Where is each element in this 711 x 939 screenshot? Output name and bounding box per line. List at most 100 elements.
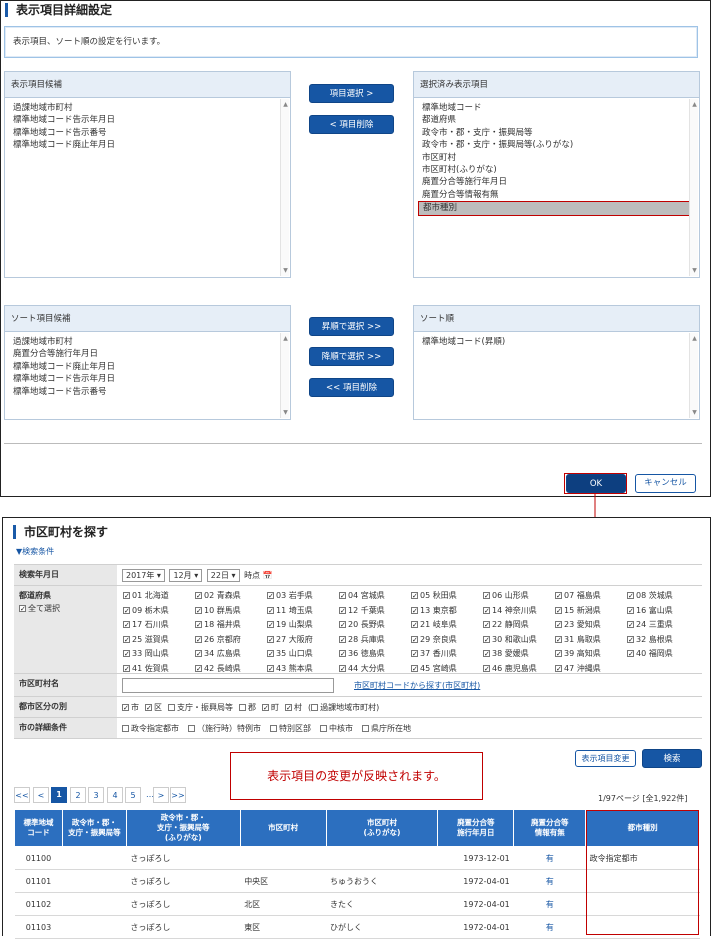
- prefecture-checkbox[interactable]: 29 奈良県: [411, 633, 483, 648]
- list-item[interactable]: 市区町村(ふりがな): [422, 164, 691, 176]
- prefecture-checkbox[interactable]: 26 京都府: [195, 633, 267, 648]
- list-item[interactable]: 標準地域コード(昇順): [422, 336, 691, 348]
- prefecture-checkbox[interactable]: 10 群馬県: [195, 604, 267, 619]
- list-item[interactable]: 都道府県: [422, 114, 691, 126]
- list-item[interactable]: 過課地域市町村: [13, 336, 282, 348]
- list-item[interactable]: 標準地域コード告示年月日: [13, 373, 282, 385]
- available-items-list[interactable]: 過課地域市町村 標準地域コード告示年月日 標準地域コード告示番号 標準地域コード廃止年…: [5, 98, 290, 156]
- prefecture-checkbox[interactable]: 36 徳島県: [339, 647, 411, 662]
- detail-checkbox[interactable]: 政令指定都市: [122, 724, 179, 733]
- sort-remove-button[interactable]: << 項目削除: [309, 378, 394, 397]
- sort-candidates-list[interactable]: 過課地域市町村 廃置分合等施行年月日 標準地域コード廃止年月日 標準地域コード告示年月…: [5, 332, 290, 402]
- detail-checkbox[interactable]: （施行時）特例市: [188, 724, 261, 733]
- list-item[interactable]: 過課地域市町村: [13, 102, 282, 114]
- scrollbar[interactable]: ▲ ▼: [689, 333, 698, 418]
- prefecture-checkbox[interactable]: 11 埼玉県: [267, 604, 339, 619]
- prefecture-checkbox[interactable]: 22 静岡県: [483, 618, 555, 633]
- list-item[interactable]: 廃置分合等施行年月日: [13, 348, 282, 360]
- remove-item-button[interactable]: < 項目削除: [309, 115, 394, 134]
- prefecture-checkbox[interactable]: 27 大阪府: [267, 633, 339, 648]
- month-select[interactable]: 12月 ▾: [169, 569, 203, 582]
- list-item[interactable]: 政令市・郡・支庁・振興局等: [422, 127, 691, 139]
- prefecture-checkbox[interactable]: 18 福井県: [195, 618, 267, 633]
- page-link[interactable]: 5: [125, 787, 141, 803]
- prefecture-checkbox[interactable]: 13 東京都: [411, 604, 483, 619]
- type-checkbox[interactable]: 郡: [239, 703, 256, 712]
- prefecture-checkbox[interactable]: 34 広島県: [195, 647, 267, 662]
- search-button[interactable]: 検索: [642, 749, 702, 768]
- prefecture-checkbox[interactable]: 37 香川県: [411, 647, 483, 662]
- prefecture-checkbox[interactable]: 19 山梨県: [267, 618, 339, 633]
- prefecture-checkbox[interactable]: 24 三重県: [627, 618, 699, 633]
- calendar-icon[interactable]: 📅: [263, 571, 273, 580]
- table-cell[interactable]: 有: [513, 869, 586, 893]
- table-cell[interactable]: 有: [513, 846, 586, 870]
- prefecture-checkbox[interactable]: 05 秋田県: [411, 589, 483, 604]
- prefecture-checkbox[interactable]: 20 長野県: [339, 618, 411, 633]
- page-link[interactable]: <<: [14, 787, 30, 803]
- page-link[interactable]: 2: [70, 787, 86, 803]
- prefecture-checkbox[interactable]: 17 石川県: [123, 618, 195, 633]
- prefecture-checkbox[interactable]: 15 新潟県: [555, 604, 627, 619]
- prefecture-checkbox[interactable]: 25 滋賀県: [123, 633, 195, 648]
- table-cell[interactable]: 有: [513, 892, 586, 916]
- prefecture-checkbox[interactable]: 39 高知県: [555, 647, 627, 662]
- page-link[interactable]: <: [33, 787, 49, 803]
- page-link[interactable]: 3: [88, 787, 104, 803]
- prefecture-checkbox[interactable]: 01 北海道: [123, 589, 195, 604]
- prefecture-checkbox[interactable]: 08 茨城県: [627, 589, 699, 604]
- prefecture-checkbox[interactable]: 07 福島県: [555, 589, 627, 604]
- type-checkbox[interactable]: 区: [145, 703, 162, 712]
- scrollbar[interactable]: ▲ ▼: [280, 99, 289, 276]
- change-display-items-button[interactable]: 表示項目変更: [575, 750, 636, 767]
- list-item[interactable]: 標準地域コード告示番号: [13, 127, 282, 139]
- page-link[interactable]: 4: [107, 787, 123, 803]
- prefecture-checkbox[interactable]: 38 愛媛県: [483, 647, 555, 662]
- list-item[interactable]: 標準地域コード告示番号: [13, 386, 282, 398]
- sort-order-list[interactable]: 標準地域コード(昇順): [414, 332, 699, 352]
- prefecture-checkbox[interactable]: 04 宮城県: [339, 589, 411, 604]
- prefecture-checkbox[interactable]: 30 和歌山県: [483, 633, 555, 648]
- list-item[interactable]: 都市種別: [418, 201, 691, 216]
- prefecture-checkbox[interactable]: 02 青森県: [195, 589, 267, 604]
- table-cell[interactable]: 有: [513, 915, 586, 939]
- page-link[interactable]: 1: [51, 787, 67, 803]
- list-item[interactable]: 標準地域コード廃止年月日: [13, 361, 282, 373]
- list-item[interactable]: 標準地域コード告示年月日: [13, 114, 282, 126]
- prefecture-checkbox[interactable]: 03 岩手県: [267, 589, 339, 604]
- detail-checkbox[interactable]: 特別区部: [270, 724, 311, 733]
- prefecture-checkbox[interactable]: 28 兵庫県: [339, 633, 411, 648]
- select-all-checkbox[interactable]: 全て選択: [19, 603, 112, 614]
- prefecture-checkbox[interactable]: 09 栃木県: [123, 604, 195, 619]
- type-extra-checkbox[interactable]: (過課地域市町村): [308, 703, 379, 712]
- prefecture-checkbox[interactable]: 40 福岡県: [627, 647, 699, 662]
- prefecture-checkbox[interactable]: 12 千葉県: [339, 604, 411, 619]
- scrollbar[interactable]: ▲ ▼: [689, 99, 698, 276]
- prefecture-checkbox[interactable]: 06 山形県: [483, 589, 555, 604]
- detail-checkbox[interactable]: 中核市: [320, 724, 353, 733]
- scrollbar[interactable]: ▲ ▼: [280, 333, 289, 418]
- list-item[interactable]: 廃置分合等施行年月日: [422, 176, 691, 188]
- page-link[interactable]: >>: [170, 787, 186, 803]
- list-item[interactable]: 市区町村: [422, 152, 691, 164]
- type-checkbox[interactable]: 村: [285, 703, 302, 712]
- prefecture-checkbox[interactable]: 33 岡山県: [123, 647, 195, 662]
- municipality-name-input[interactable]: [122, 678, 334, 693]
- day-select[interactable]: 22日 ▾: [206, 569, 240, 582]
- page-link[interactable]: >: [153, 787, 169, 803]
- search-conditions-toggle[interactable]: ▼検索条件: [16, 546, 54, 557]
- select-item-button[interactable]: 項目選択 >: [309, 84, 394, 103]
- list-item[interactable]: 政令市・郡・支庁・振興局等(ふりがな): [422, 139, 691, 151]
- list-item[interactable]: 廃置分合等情報有無: [422, 189, 691, 201]
- cancel-button[interactable]: キャンセル: [635, 474, 696, 493]
- list-item[interactable]: 標準地域コード: [422, 102, 691, 114]
- prefecture-checkbox[interactable]: 32 島根県: [627, 633, 699, 648]
- list-item[interactable]: 標準地域コード廃止年月日: [13, 139, 282, 151]
- selected-items-list[interactable]: 標準地域コード 都道府県 政令市・郡・支庁・振興局等 政令市・郡・支庁・振興局等(ふり…: [414, 98, 699, 220]
- year-select[interactable]: 2017年 ▾: [122, 569, 165, 582]
- prefecture-checkbox[interactable]: 23 愛知県: [555, 618, 627, 633]
- code-search-link[interactable]: 市区町村コードから探す(市区町村): [354, 680, 480, 691]
- descending-select-button[interactable]: 降順で選択 >>: [309, 347, 394, 366]
- prefecture-checkbox[interactable]: 14 神奈川県: [483, 604, 555, 619]
- type-checkbox[interactable]: 支庁・振興局等: [168, 703, 233, 712]
